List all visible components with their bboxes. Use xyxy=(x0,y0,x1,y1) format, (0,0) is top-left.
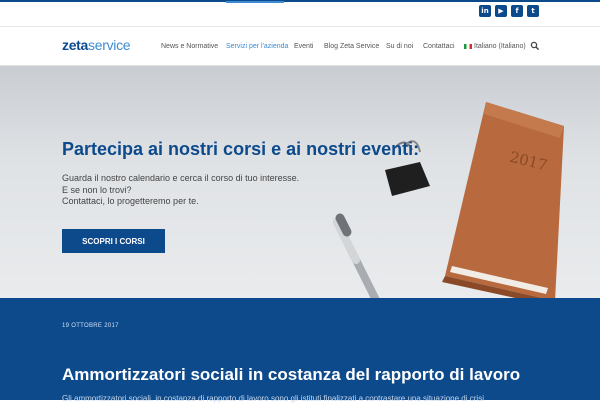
italy-flag-icon xyxy=(464,43,472,49)
hero-line-2: E se non lo trovi? xyxy=(62,184,132,195)
nav-item-blog[interactable]: Blog Zeta Service xyxy=(324,43,379,50)
nav-item-su-di-noi[interactable]: Su di noi xyxy=(386,43,413,50)
linkedin-icon[interactable]: in xyxy=(479,5,491,17)
youtube-icon[interactable]: ▶ xyxy=(495,5,507,17)
nav-item-news[interactable]: News e Normative xyxy=(161,43,218,50)
article-date: 19 OTTOBRE 2017 xyxy=(62,323,119,329)
article-title[interactable]: Ammortizzatori sociali in costanza del r… xyxy=(62,365,520,385)
hero-banner: 2017 Partecipa ai nostri corsi e ai nost… xyxy=(0,66,600,298)
logo-part-zeta: zeta xyxy=(62,37,89,53)
hero-line-3: Contattaci, lo progetteremo per te. xyxy=(62,196,199,206)
pen-illustration xyxy=(333,213,380,298)
hero-description: Guarda il nostro calendario e cerca il c… xyxy=(62,173,299,208)
nav-item-language[interactable]: Italiano (Italiano) xyxy=(464,43,526,50)
nav-item-contattaci[interactable]: Contattaci xyxy=(423,43,455,50)
top-bar: in ▶ f t xyxy=(0,2,600,26)
nav-item-servizi[interactable]: Servizi per l'azienda xyxy=(226,43,288,50)
nav-active-indicator xyxy=(226,1,284,3)
hero-title: Partecipa ai nostri corsi e ai nostri ev… xyxy=(62,139,420,159)
latest-article: 19 OTTOBRE 2017 Ammortizzatori sociali i… xyxy=(0,298,600,403)
discover-courses-button[interactable]: SCOPRI I CORSI xyxy=(62,229,165,253)
article-excerpt: Gli ammortizzatori sociali, in costanza … xyxy=(62,394,484,403)
language-label: Italiano (Italiano) xyxy=(474,43,526,50)
site-header: zetaservice News e Normative Servizi per… xyxy=(0,1,600,66)
hero-line-1: Guarda il nostro calendario e cerca il c… xyxy=(62,173,300,183)
facebook-icon[interactable]: f xyxy=(511,5,523,17)
twitter-icon[interactable]: t xyxy=(527,5,539,17)
site-logo[interactable]: zetaservice xyxy=(62,37,131,53)
search-icon[interactable] xyxy=(530,41,540,51)
notebook-illustration: 2017 xyxy=(442,102,564,298)
nav-item-eventi[interactable]: Eventi xyxy=(294,43,313,50)
social-links: in ▶ f t xyxy=(479,5,539,17)
logo-part-service: service xyxy=(88,37,131,53)
